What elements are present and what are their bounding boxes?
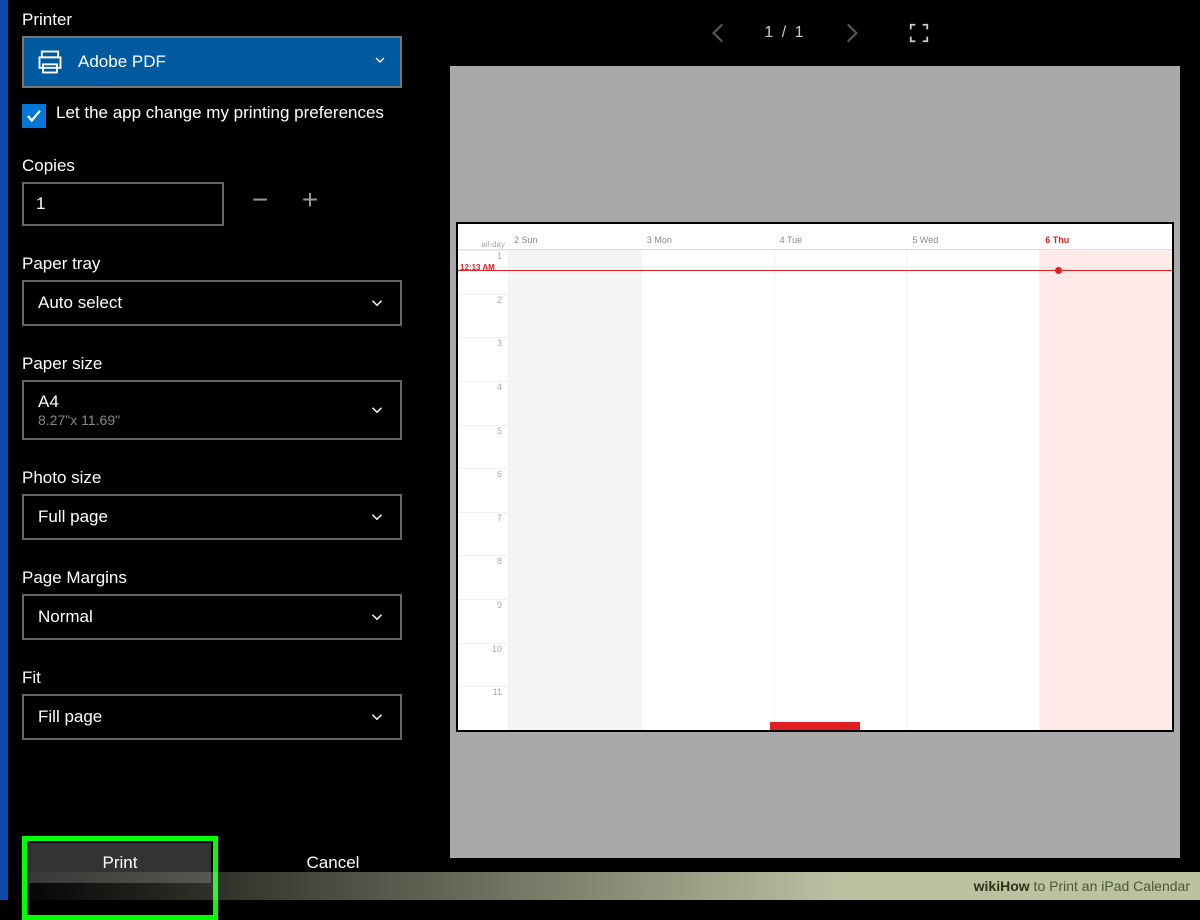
hour-label: 7 bbox=[458, 512, 508, 556]
paper-size-value: A4 bbox=[38, 392, 120, 412]
page-margins-value: Normal bbox=[38, 607, 93, 627]
fit-value: Fill page bbox=[38, 707, 102, 727]
paper-tray-label: Paper tray bbox=[22, 254, 402, 274]
allday-label: all-day bbox=[458, 240, 508, 249]
watermark-brand: wikiHow bbox=[974, 878, 1030, 894]
calendar-column bbox=[774, 250, 907, 730]
wikihow-watermark: wikiHow to Print an iPad Calendar bbox=[0, 872, 1200, 900]
printer-select[interactable]: Adobe PDF bbox=[22, 36, 402, 88]
photo-size-value: Full page bbox=[38, 507, 108, 527]
previous-page-button[interactable] bbox=[706, 20, 732, 46]
hour-label: 2 bbox=[458, 294, 508, 338]
paper-tray-select[interactable]: Auto select bbox=[22, 280, 402, 326]
page-indicator: 1 / 1 bbox=[764, 24, 805, 42]
current-time-dot bbox=[1055, 267, 1062, 274]
printing-preferences-row: Let the app change my printing preferenc… bbox=[22, 102, 402, 128]
chevron-down-icon bbox=[368, 401, 386, 419]
page-margins-select[interactable]: Normal bbox=[22, 594, 402, 640]
photo-size-select[interactable]: Full page bbox=[22, 494, 402, 540]
fit-label: Fit bbox=[22, 668, 402, 688]
current-time-marker: 12:13 AM bbox=[458, 270, 1172, 271]
photo-size-label: Photo size bbox=[22, 468, 402, 488]
day-header: 3 Mon bbox=[641, 235, 774, 249]
day-header: 5 Wed bbox=[906, 235, 1039, 249]
hour-label: 6 bbox=[458, 468, 508, 512]
hour-label: 8 bbox=[458, 555, 508, 599]
paper-tray-section: Paper tray Auto select bbox=[22, 254, 402, 326]
chevron-down-icon bbox=[372, 52, 388, 73]
chevron-down-icon bbox=[368, 708, 386, 726]
paper-size-dimensions: 8.27"x 11.69" bbox=[38, 412, 120, 428]
day-header: 2 Sun bbox=[508, 235, 641, 249]
page-footer-accent bbox=[770, 722, 860, 730]
page-margins-section: Page Margins Normal bbox=[22, 568, 402, 640]
chevron-down-icon bbox=[368, 608, 386, 626]
hour-label: 3 bbox=[458, 337, 508, 381]
preview-page[interactable]: all-day 2 Sun 3 Mon 4 Tue 5 Wed 6 Thu 12… bbox=[456, 222, 1174, 732]
calendar-column bbox=[641, 250, 774, 730]
calendar-column-today bbox=[1039, 250, 1172, 730]
paper-tray-value: Auto select bbox=[38, 293, 122, 313]
day-header: 4 Tue bbox=[774, 235, 907, 249]
hour-label: 5 bbox=[458, 425, 508, 469]
page-margins-label: Page Margins bbox=[22, 568, 402, 588]
copies-input[interactable] bbox=[22, 182, 224, 226]
calendar-header: all-day 2 Sun 3 Mon 4 Tue 5 Wed 6 Thu bbox=[458, 224, 1172, 250]
printer-icon bbox=[36, 48, 64, 76]
copies-label: Copies bbox=[22, 156, 402, 176]
watermark-title: to Print an iPad Calendar bbox=[1030, 878, 1190, 894]
chevron-down-icon bbox=[368, 508, 386, 526]
printer-name: Adobe PDF bbox=[78, 52, 372, 72]
preview-area: 1 / 1 all-day 2 Sun 3 Mon 4 Tue 5 Wed 6 … bbox=[436, 0, 1200, 872]
next-page-button[interactable] bbox=[838, 20, 864, 46]
calendar-body: 1 2 3 4 5 6 7 8 9 10 11 bbox=[458, 250, 1172, 730]
fullscreen-icon[interactable] bbox=[908, 22, 930, 44]
photo-size-section: Photo size Full page bbox=[22, 468, 402, 540]
hour-label: 11 bbox=[458, 686, 508, 730]
fit-select[interactable]: Fill page bbox=[22, 694, 402, 740]
calendar-column bbox=[906, 250, 1039, 730]
hour-label: 10 bbox=[458, 643, 508, 687]
current-time-label: 12:13 AM bbox=[460, 263, 495, 272]
time-gutter: 1 2 3 4 5 6 7 8 9 10 11 bbox=[458, 250, 508, 730]
left-accent-bar bbox=[0, 0, 8, 900]
copies-section: Copies − + bbox=[22, 156, 402, 226]
calendar-column bbox=[508, 250, 641, 730]
paper-size-section: Paper size A4 8.27"x 11.69" bbox=[22, 354, 402, 440]
hour-label: 9 bbox=[458, 599, 508, 643]
day-header-today: 6 Thu bbox=[1039, 235, 1172, 249]
chevron-down-icon bbox=[368, 294, 386, 312]
printer-label: Printer bbox=[22, 10, 402, 30]
hour-label: 4 bbox=[458, 381, 508, 425]
preview-canvas: all-day 2 Sun 3 Mon 4 Tue 5 Wed 6 Thu 12… bbox=[450, 66, 1180, 858]
calendar-columns bbox=[508, 250, 1172, 730]
decrement-button[interactable]: − bbox=[246, 190, 274, 218]
paper-size-select[interactable]: A4 8.27"x 11.69" bbox=[22, 380, 402, 440]
fit-section: Fit Fill page bbox=[22, 668, 402, 740]
increment-button[interactable]: + bbox=[296, 190, 324, 218]
paper-size-label: Paper size bbox=[22, 354, 402, 374]
print-settings-panel: Printer Adobe PDF Let the app change my … bbox=[8, 0, 420, 872]
preview-toolbar: 1 / 1 bbox=[436, 0, 1200, 66]
preferences-label: Let the app change my printing preferenc… bbox=[56, 102, 384, 124]
preferences-checkbox[interactable] bbox=[22, 104, 46, 128]
